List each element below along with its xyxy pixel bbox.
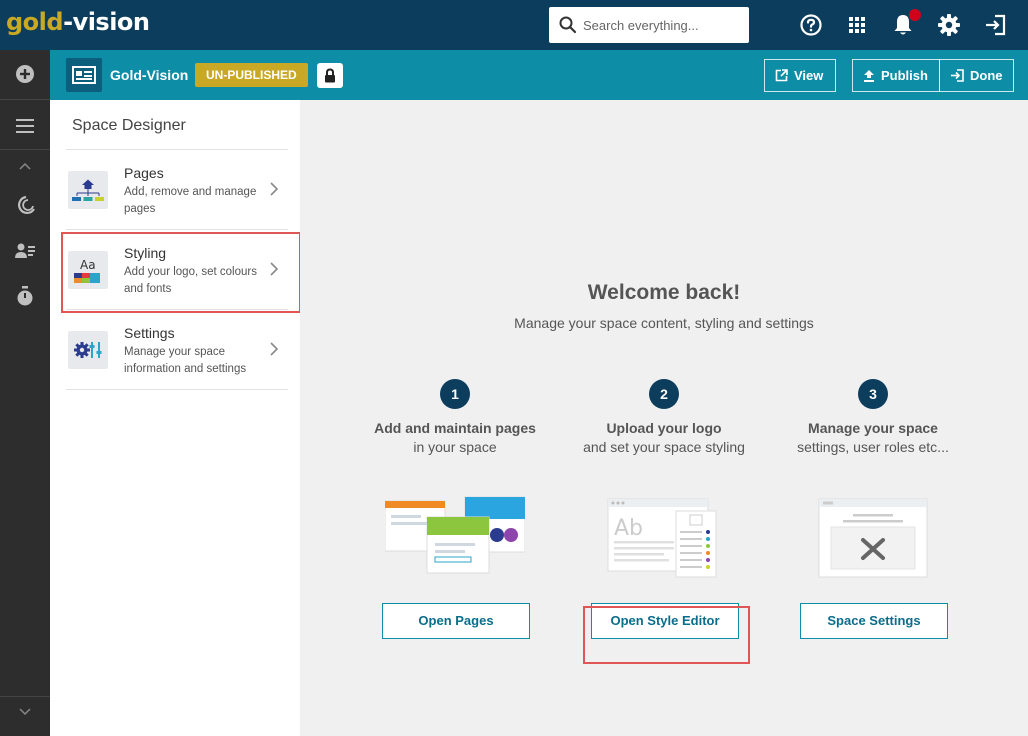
external-link-icon — [775, 69, 788, 82]
menu-icon — [16, 119, 34, 133]
view-label: View — [794, 68, 824, 83]
logo-dot: - — [63, 8, 73, 36]
pages-description: Add, remove and manage pages — [124, 186, 257, 215]
step-subtext: and set your space styling — [583, 439, 745, 455]
panel-title: Space Designer — [72, 117, 186, 134]
style-editor-highlight — [583, 606, 750, 664]
exit-icon — [986, 14, 1006, 36]
step-heading: Add and maintain pages — [374, 420, 536, 436]
lock-button[interactable] — [317, 63, 343, 88]
top-bar: gold-vision — [0, 0, 1028, 50]
rail-item-moon[interactable] — [0, 193, 50, 217]
gold-vision-logo[interactable]: gold-vision — [6, 8, 150, 36]
step-text: Manage your space settings, user roles e… — [773, 419, 973, 457]
contacts-icon — [15, 243, 35, 258]
step-text: Add and maintain pages in your space — [355, 419, 555, 457]
welcome-subtitle: Manage your space content, styling and s… — [514, 315, 814, 331]
gear-icon — [938, 14, 960, 36]
moon-icon — [18, 195, 35, 214]
pages-thumbnail — [68, 171, 108, 209]
view-button[interactable]: View — [764, 59, 836, 92]
menu-button[interactable] — [0, 114, 50, 138]
step-heading: Upload your logo — [606, 420, 722, 436]
settings-description: Manage your space information and settin… — [124, 346, 247, 375]
scroll-down-button[interactable] — [0, 702, 50, 722]
apps-grid-icon — [849, 17, 865, 33]
settings-thumbnail — [68, 331, 108, 369]
settings-title: Settings — [124, 325, 175, 341]
step-subtext: settings, user roles etc... — [797, 439, 949, 455]
step-text: Upload your logo and set your space styl… — [564, 419, 764, 457]
rail-divider — [0, 99, 50, 100]
settings-button[interactable] — [936, 12, 962, 38]
exit-icon — [951, 69, 964, 82]
chevron-right-icon — [270, 342, 278, 356]
search-input[interactable] — [583, 17, 743, 33]
step-number: 3 — [858, 379, 888, 409]
status-badge: UN-PUBLISHED — [195, 63, 308, 87]
global-search[interactable] — [549, 7, 749, 43]
plus-circle-icon — [16, 65, 34, 83]
open-pages-button[interactable]: Open Pages — [382, 603, 530, 639]
logo-part2: vision — [72, 8, 150, 36]
left-rail — [0, 50, 50, 736]
rail-item-timer[interactable] — [0, 284, 50, 308]
settings-sliders-icon — [74, 342, 102, 358]
publish-button[interactable]: Publish — [852, 59, 940, 92]
rail-divider — [0, 149, 50, 150]
apps-grid-button[interactable] — [844, 12, 870, 38]
space-icon — [66, 58, 102, 92]
scroll-up-button[interactable] — [0, 156, 50, 176]
panel-item-pages[interactable]: Pages Add, remove and manage pages — [66, 150, 288, 228]
space-header: Gold-Vision UN-PUBLISHED View Publish Do… — [50, 50, 1028, 100]
pages-title: Pages — [124, 165, 164, 181]
exit-button[interactable] — [982, 12, 1008, 38]
style-editor-illustration: Ab — [607, 498, 717, 578]
step-heading: Manage your space — [808, 420, 938, 436]
done-label: Done — [970, 68, 1003, 83]
space-settings-illustration — [818, 498, 928, 578]
welcome-title: Welcome back! — [587, 281, 741, 304]
lock-icon — [325, 68, 335, 83]
space-designer-panel: Space Designer Pages Add, remove and man… — [50, 100, 300, 736]
styling-highlight — [61, 232, 301, 313]
svg-text:Ab: Ab — [614, 516, 643, 541]
chevron-right-icon — [270, 182, 278, 196]
step-subtext: in your space — [413, 439, 497, 455]
help-button[interactable] — [798, 12, 824, 38]
search-icon — [559, 16, 577, 34]
step-number: 2 — [649, 379, 679, 409]
step-number: 1 — [440, 379, 470, 409]
space-settings-button[interactable]: Space Settings — [800, 603, 948, 639]
notifications-button[interactable] — [890, 9, 921, 38]
help-icon — [800, 14, 822, 36]
publish-label: Publish — [881, 68, 928, 83]
chevron-down-icon — [19, 708, 31, 716]
panel-item-settings[interactable]: Settings Manage your space information a… — [66, 310, 288, 388]
rail-item-contacts[interactable] — [0, 239, 50, 263]
notification-dot — [909, 9, 921, 21]
stopwatch-icon — [17, 286, 33, 306]
done-button[interactable]: Done — [939, 59, 1014, 92]
pages-illustration — [385, 496, 525, 574]
chevron-up-icon — [19, 162, 31, 170]
monitor-icon — [72, 66, 96, 84]
add-button[interactable] — [0, 62, 50, 86]
space-title: Gold-Vision — [110, 67, 189, 83]
sitemap-icon — [72, 179, 104, 201]
upload-icon — [864, 70, 874, 82]
logo-part1: gold — [6, 8, 64, 36]
rail-divider — [0, 696, 50, 697]
panel-divider — [66, 389, 288, 390]
